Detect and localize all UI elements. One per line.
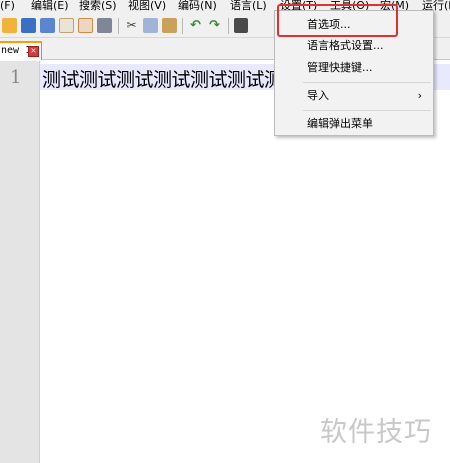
chevron-right-icon: › <box>417 89 422 102</box>
menu-search[interactable]: 搜索(S) <box>79 0 117 12</box>
toolbar-separator <box>118 18 119 34</box>
save-all-icon[interactable] <box>40 18 55 33</box>
copy-icon[interactable] <box>143 18 158 33</box>
menu-item-shortcut-mapper[interactable]: 管理快捷键... <box>276 58 432 78</box>
close-all-icon[interactable] <box>78 18 93 33</box>
menu-item-style-configurator[interactable]: 语言格式设置... <box>276 36 432 56</box>
save-icon[interactable] <box>21 18 36 33</box>
menu-encoding[interactable]: 编码(N) <box>178 0 217 12</box>
editor-line-text[interactable]: 测试测试测试测试测试测试测试 <box>42 65 302 92</box>
menu-file[interactable]: (F) <box>0 0 15 12</box>
menu-edit[interactable]: 编辑(E) <box>31 0 69 12</box>
close-icon[interactable] <box>59 18 74 33</box>
menu-separator <box>303 110 431 111</box>
watermark-text: 软件技巧 <box>320 417 432 448</box>
menu-item-label: 语言格式设置... <box>307 39 384 52</box>
line-number: 1 <box>10 67 22 88</box>
tab-new-1[interactable]: new 1 ✕ <box>0 41 42 60</box>
menu-separator <box>303 82 431 83</box>
find-icon[interactable] <box>234 18 248 33</box>
menu-item-import[interactable]: 导入 › <box>276 86 432 106</box>
paste-icon[interactable] <box>162 18 177 33</box>
close-tab-icon[interactable]: ✕ <box>28 46 39 57</box>
menu-view[interactable]: 视图(V) <box>128 0 166 12</box>
menu-language[interactable]: 语言(L) <box>230 0 267 12</box>
line-number-gutter: 1 <box>0 61 40 463</box>
open-file-icon[interactable] <box>2 18 17 33</box>
menu-item-label: 管理快捷键... <box>307 61 373 74</box>
print-icon[interactable] <box>97 18 112 33</box>
undo-icon[interactable]: ↶ <box>188 18 203 33</box>
toolbar-separator <box>182 18 183 34</box>
menu-item-label: 导入 <box>307 89 329 102</box>
menu-item-label: 编辑弹出菜单 <box>307 117 373 130</box>
redo-icon[interactable]: ↷ <box>207 18 222 33</box>
toolbar-separator <box>228 18 229 34</box>
highlight-box <box>277 4 398 37</box>
menu-item-edit-popup-menu[interactable]: 编辑弹出菜单 <box>276 114 432 134</box>
cut-icon[interactable]: ✂ <box>124 18 139 33</box>
tab-label: new 1 <box>1 45 32 56</box>
